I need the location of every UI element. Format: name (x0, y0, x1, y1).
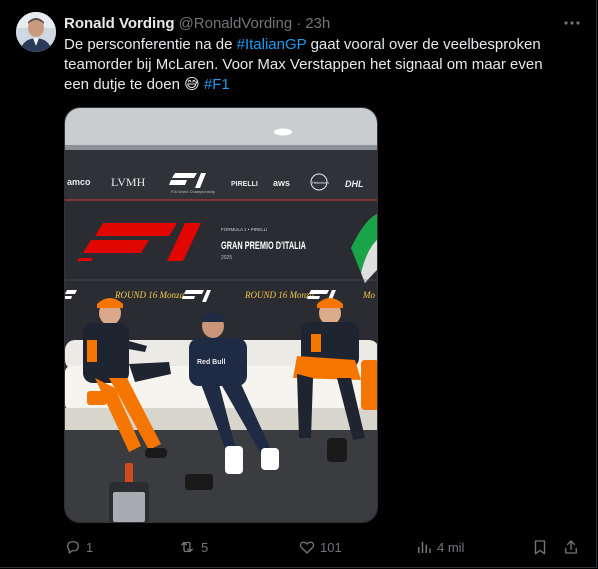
share-icon (565, 540, 577, 554)
backdrop-title: GRAN PREMIO D'ITALIA (221, 240, 306, 252)
monza-logo: Mo (362, 290, 375, 300)
author-handle[interactable]: @RonaldVording (179, 15, 293, 32)
views-button[interactable]: 4 mil (415, 536, 464, 558)
more-options-button[interactable] (562, 13, 582, 33)
tweet-header: Ronald Vording @RonaldVording · 23h (64, 13, 582, 33)
press-conference-photo: amco LVMH FIA World Championship PIRELLI… (65, 108, 377, 522)
sponsor-logo: Heineken (312, 180, 329, 185)
author-name[interactable]: Ronald Vording (64, 15, 175, 32)
like-icon (299, 541, 315, 554)
svg-text:FIA World Championship: FIA World Championship (171, 189, 216, 194)
separator-dot: · (296, 14, 302, 32)
avatar-image (16, 12, 56, 52)
sponsor-logo: PIRELLI (231, 181, 258, 188)
timestamp[interactable]: 23h (305, 15, 330, 32)
views-icon (418, 541, 431, 553)
bookmark-icon (534, 540, 546, 555)
tweet-photo[interactable]: amco LVMH FIA World Championship PIRELLI… (64, 107, 378, 523)
avatar[interactable] (16, 12, 56, 52)
tweet-text: De persconferentie na de #ItalianGP gaat… (64, 35, 564, 95)
monza-logo: ROUND 16 Monza (244, 290, 314, 300)
sponsor-logo: DHL (345, 179, 364, 189)
shirt-text: Red Bull (197, 359, 225, 366)
tweet-actions: 1 5 101 4 mil (64, 536, 582, 558)
reply-count: 1 (86, 539, 94, 555)
laughing-sweat-emoji: 😅 (184, 76, 200, 93)
sponsor-logo: aws (273, 178, 290, 188)
sponsor-logo: amco (67, 177, 91, 187)
more-horizontal-icon (564, 21, 580, 25)
views-count: 4 mil (437, 539, 465, 555)
backdrop-line: FORMULA 1 • PIRELLI (221, 227, 267, 232)
tweet-text-part: De persconferentie na de (64, 36, 237, 53)
share-button[interactable] (562, 536, 580, 558)
reply-icon (67, 541, 79, 554)
sponsor-logo: LVMH (111, 175, 146, 189)
repost-button[interactable]: 5 (177, 536, 208, 558)
hashtag-f1[interactable]: #F1 (204, 76, 230, 93)
like-button[interactable]: 101 (298, 536, 342, 558)
repost-icon (181, 541, 193, 553)
hashtag-italiangp[interactable]: #ItalianGP (237, 36, 307, 53)
repost-count: 5 (201, 539, 209, 555)
backdrop-year: 2025 (221, 255, 232, 261)
monza-logo: ROUND 16 Monza (114, 290, 184, 300)
reply-button[interactable]: 1 (64, 536, 93, 558)
bookmark-button[interactable] (531, 536, 549, 558)
like-count: 101 (320, 539, 342, 555)
